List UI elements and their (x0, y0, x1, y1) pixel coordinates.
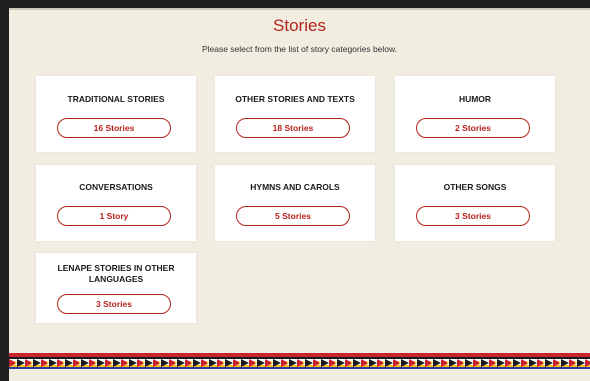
category-title: HUMOR (458, 94, 492, 104)
category-title: OTHER STORIES AND TEXTS (235, 94, 355, 104)
category-card-conversations[interactable]: CONVERSATIONS 1 Story (36, 165, 196, 241)
top-divider (9, 8, 590, 10)
category-stories-button[interactable]: 5 Stories (236, 206, 350, 226)
stories-page: Stories Please select from the list of s… (9, 8, 590, 381)
category-title: HYMNS AND CAROLS (250, 182, 340, 192)
category-title: CONVERSATIONS (79, 182, 153, 192)
category-card-humor[interactable]: HUMOR 2 Stories (395, 76, 555, 152)
category-stories-button[interactable]: 18 Stories (236, 118, 350, 138)
page-subtitle: Please select from the list of story cat… (201, 44, 398, 54)
category-card-traditional-stories[interactable]: TRADITIONAL STORIES 16 Stories (36, 76, 196, 152)
category-title: TRADITIONAL STORIES (67, 94, 165, 104)
category-stories-button[interactable]: 2 Stories (416, 118, 530, 138)
category-stories-button[interactable]: 3 Stories (57, 294, 171, 314)
category-stories-button[interactable]: 1 Story (57, 206, 171, 226)
category-card-other-stories-and-texts[interactable]: OTHER STORIES AND TEXTS 18 Stories (215, 76, 375, 152)
category-title: OTHER SONGS (443, 182, 507, 192)
decorative-footer-pattern (9, 353, 590, 369)
page-bottom-strip (9, 369, 590, 381)
category-stories-button[interactable]: 3 Stories (416, 206, 530, 226)
category-card-lenape-stories-in-other-languages[interactable]: LENAPE STORIES IN OTHER LANGUAGES 3 Stor… (36, 253, 196, 323)
category-stories-button[interactable]: 16 Stories (57, 118, 171, 138)
category-title: LENAPE STORIES IN OTHER LANGUAGES (57, 263, 175, 284)
page-title: Stories (273, 16, 326, 35)
category-card-hymns-and-carols[interactable]: HYMNS AND CAROLS 5 Stories (215, 165, 375, 241)
category-card-other-songs[interactable]: OTHER SONGS 3 Stories (395, 165, 555, 241)
